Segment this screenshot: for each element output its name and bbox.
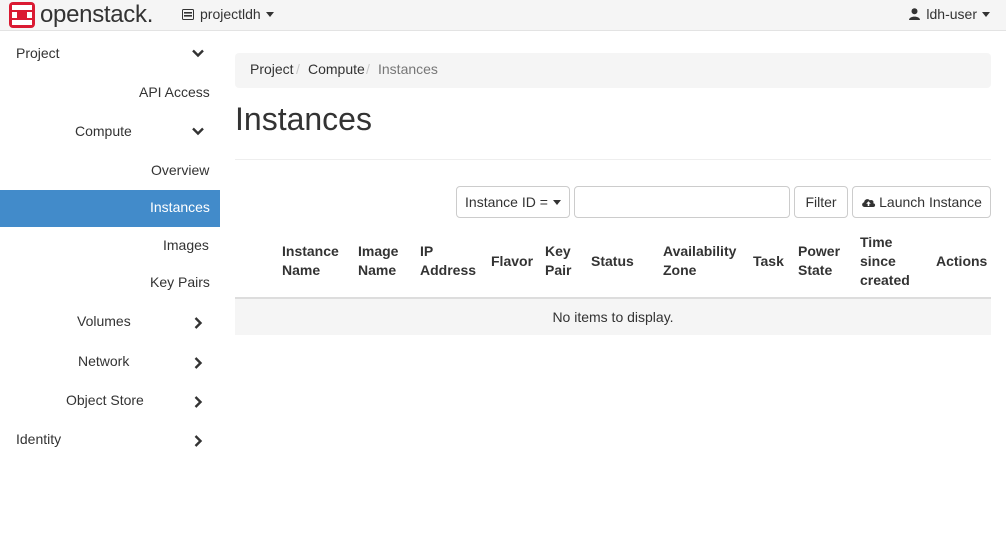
sidebar-item-label: Identity <box>16 431 62 447</box>
header-line: Pair <box>545 262 572 278</box>
breadcrumb-project[interactable]: Project <box>250 61 294 77</box>
chevron-right-icon <box>194 435 203 447</box>
sidebar-item-instances[interactable]: Instances <box>0 190 220 227</box>
column-availability-zone[interactable]: Availability Zone <box>663 242 736 280</box>
filter-field-label: Instance ID = <box>465 194 548 210</box>
breadcrumb-compute[interactable]: Compute <box>308 61 365 77</box>
header-line: Task <box>753 253 784 269</box>
header-line: Instance <box>282 243 339 259</box>
server-icon <box>182 8 194 20</box>
column-image-name[interactable]: Image Name <box>358 242 398 280</box>
launch-instance-label: Launch Instance <box>879 194 982 210</box>
header-line: Name <box>358 262 397 278</box>
top-navbar: openstack. projectldh ldh-user <box>0 0 1006 31</box>
openstack-logo[interactable]: openstack. <box>9 2 153 28</box>
header-line: Power <box>798 243 841 259</box>
column-flavor[interactable]: Flavor <box>491 252 533 271</box>
user-name: ldh-user <box>926 6 977 22</box>
launch-instance-button[interactable]: Launch Instance <box>852 186 991 218</box>
header-line: since <box>860 253 896 269</box>
sidebar-item-label: Project <box>16 45 60 61</box>
brand-name: openstack. <box>40 1 154 28</box>
sidebar-item-object-store[interactable]: Object Store <box>0 382 220 419</box>
sidebar-item-identity[interactable]: Identity <box>0 421 220 458</box>
breadcrumb-separator: / <box>366 61 370 77</box>
breadcrumb: Project / Compute / Instances <box>235 53 991 88</box>
page-title: Instances <box>235 101 372 137</box>
breadcrumb-separator: / <box>296 61 300 77</box>
chevron-down-icon <box>192 127 204 136</box>
chevron-down-icon <box>192 49 204 58</box>
empty-table-message: No items to display. <box>235 299 991 335</box>
column-key-pair[interactable]: Key Pair <box>545 242 571 280</box>
header-line: Key <box>545 243 571 259</box>
sidebar-item-overview[interactable]: Overview <box>0 152 220 189</box>
header-line: Address <box>420 262 477 278</box>
chevron-right-icon <box>194 396 203 408</box>
sidebar-item-label: Compute <box>75 123 132 139</box>
header-line: Zone <box>663 262 697 278</box>
column-status[interactable]: Status <box>591 252 634 271</box>
user-dropdown[interactable]: ldh-user <box>909 6 990 22</box>
cloud-upload-icon <box>862 199 876 207</box>
header-line: Image <box>358 243 399 259</box>
filter-field-dropdown[interactable]: Instance ID = <box>456 186 570 218</box>
column-instance-name[interactable]: Instance Name <box>282 242 339 280</box>
header-line: Status <box>591 253 634 269</box>
sidebar: Project API Access Compute Overview Inst… <box>0 31 220 556</box>
caret-down-icon <box>982 11 990 17</box>
user-icon <box>909 8 921 20</box>
header-line: created <box>860 272 910 288</box>
sidebar-item-project[interactable]: Project <box>0 35 220 72</box>
sidebar-item-label: Volumes <box>77 313 131 329</box>
column-power-state[interactable]: Power State <box>798 242 840 280</box>
header-line: State <box>798 262 833 278</box>
breadcrumb-current: Instances <box>378 61 438 77</box>
sidebar-item-compute[interactable]: Compute <box>0 113 220 150</box>
sidebar-item-label: Overview <box>151 162 210 178</box>
project-dropdown[interactable]: projectldh <box>182 6 274 22</box>
header-line: Availability <box>663 243 737 259</box>
column-time-since-created[interactable]: Time since created <box>860 233 910 290</box>
sidebar-item-label: Key Pairs <box>150 274 210 290</box>
sidebar-item-api-access[interactable]: API Access <box>0 74 220 111</box>
header-line: Name <box>282 262 321 278</box>
project-name: projectldh <box>200 6 261 22</box>
sidebar-item-volumes[interactable]: Volumes <box>0 303 220 340</box>
chevron-right-icon <box>194 317 203 329</box>
column-task[interactable]: Task <box>753 252 784 271</box>
caret-down-icon <box>552 199 561 205</box>
header-line: Actions <box>936 253 988 269</box>
column-ip-address[interactable]: IP Address <box>420 242 476 280</box>
filter-input[interactable] <box>574 186 790 218</box>
header-line: Flavor <box>491 253 534 269</box>
filter-button-label: Filter <box>805 194 837 210</box>
sidebar-item-label: Instances <box>150 199 210 215</box>
header-line: Time <box>860 234 893 250</box>
sidebar-item-label: Images <box>163 237 209 253</box>
openstack-logo-icon <box>9 2 35 28</box>
sidebar-item-images[interactable]: Images <box>0 227 220 264</box>
sidebar-item-network[interactable]: Network <box>0 343 220 380</box>
sidebar-item-key-pairs[interactable]: Key Pairs <box>0 264 220 301</box>
sidebar-item-label: API Access <box>139 84 210 100</box>
column-actions: Actions <box>936 252 987 271</box>
sidebar-item-label: Object Store <box>66 392 144 408</box>
filter-button[interactable]: Filter <box>794 186 848 218</box>
caret-down-icon <box>265 11 274 17</box>
header-line: IP <box>420 243 434 259</box>
chevron-right-icon <box>194 357 203 369</box>
sidebar-item-label: Network <box>78 353 130 369</box>
title-divider <box>235 159 991 160</box>
